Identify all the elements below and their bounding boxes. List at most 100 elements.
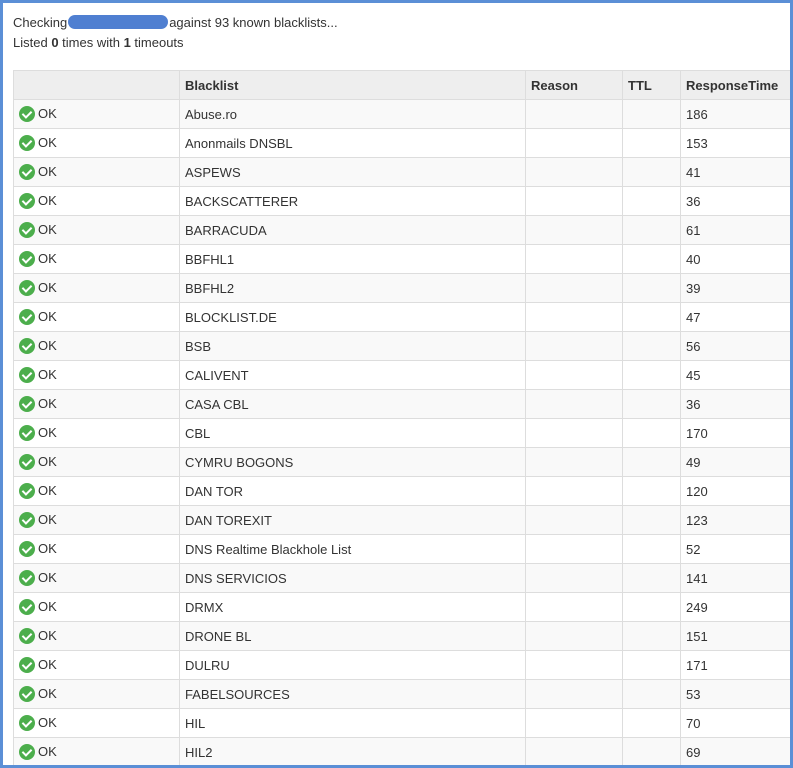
check-circle-icon: [19, 106, 35, 122]
reason-cell: [525, 476, 623, 506]
blacklist-table: Blacklist Reason TTL ResponseTime OK Abuse.…: [13, 70, 790, 765]
listed-line: Listed 0 times with 1 timeouts: [13, 33, 338, 53]
check-circle-icon: [19, 628, 35, 644]
blacklist-cell: DNS SERVICIOS: [179, 563, 526, 593]
table-row: OK ASPEWS 41: [13, 157, 790, 187]
status-text: OK: [38, 222, 57, 237]
response-time-cell: 40: [680, 244, 790, 274]
reason-cell: [525, 215, 623, 245]
ttl-cell: [622, 592, 681, 622]
check-circle-icon: [19, 367, 35, 383]
check-circle-icon: [19, 338, 35, 354]
blacklist-cell: DULRU: [179, 650, 526, 680]
check-circle-icon: [19, 396, 35, 412]
column-header-status[interactable]: [13, 70, 180, 100]
status-text: OK: [38, 106, 57, 121]
ttl-cell: [622, 505, 681, 535]
blacklist-cell: DAN TOREXIT: [179, 505, 526, 535]
status-cell: OK: [13, 128, 180, 158]
status-text: OK: [38, 309, 57, 324]
reason-cell: [525, 302, 623, 332]
check-circle-icon: [19, 483, 35, 499]
status-cell: OK: [13, 389, 180, 419]
column-header-response-time[interactable]: ResponseTime: [680, 70, 790, 100]
status-cell: OK: [13, 157, 180, 187]
column-header-blacklist[interactable]: Blacklist: [179, 70, 526, 100]
response-time-cell: 39: [680, 273, 790, 303]
check-circle-icon: [19, 599, 35, 615]
status-cell: OK: [13, 534, 180, 564]
check-circle-icon: [19, 512, 35, 528]
response-time-cell: 49: [680, 447, 790, 477]
reason-cell: [525, 157, 623, 187]
check-circle-icon: [19, 135, 35, 151]
blacklist-cell: DRONE BL: [179, 621, 526, 651]
reason-cell: [525, 679, 623, 709]
blacklist-cell: BARRACUDA: [179, 215, 526, 245]
blacklist-cell: BACKSCATTERER: [179, 186, 526, 216]
status-cell: OK: [13, 244, 180, 274]
status-cell: OK: [13, 99, 180, 129]
status-text: OK: [38, 338, 57, 353]
status-cell: OK: [13, 476, 180, 506]
check-circle-icon: [19, 570, 35, 586]
status-cell: OK: [13, 447, 180, 477]
table-row: OK CALIVENT 45: [13, 360, 790, 390]
check-circle-icon: [19, 193, 35, 209]
response-time-cell: 151: [680, 621, 790, 651]
status-text: OK: [38, 164, 57, 179]
reason-cell: [525, 331, 623, 361]
reason-cell: [525, 592, 623, 622]
status-text: OK: [38, 715, 57, 730]
blacklist-cell: BSB: [179, 331, 526, 361]
check-circle-icon: [19, 744, 35, 760]
column-header-ttl[interactable]: TTL: [622, 70, 681, 100]
status-cell: OK: [13, 302, 180, 332]
check-circle-icon: [19, 686, 35, 702]
response-time-cell: 56: [680, 331, 790, 361]
response-time-cell: 41: [680, 157, 790, 187]
ttl-cell: [622, 476, 681, 506]
table-row: OK BBFHL2 39: [13, 273, 790, 303]
table-row: OK BACKSCATTERER 36: [13, 186, 790, 216]
table-header: Blacklist Reason TTL ResponseTime: [13, 70, 790, 100]
table-row: OK FABELSOURCES 53: [13, 679, 790, 709]
response-time-cell: 141: [680, 563, 790, 593]
check-circle-icon: [19, 251, 35, 267]
ttl-cell: [622, 447, 681, 477]
blacklist-cell: CALIVENT: [179, 360, 526, 390]
blacklist-cell: HIL2: [179, 737, 526, 765]
status-cell: OK: [13, 186, 180, 216]
listed-prefix: Listed: [13, 35, 52, 50]
listed-count: 0: [51, 35, 59, 50]
check-circle-icon: [19, 541, 35, 557]
ttl-cell: [622, 244, 681, 274]
ttl-cell: [622, 331, 681, 361]
table-row: OK DNS SERVICIOS 141: [13, 563, 790, 593]
blacklist-cell: DAN TOR: [179, 476, 526, 506]
status-cell: OK: [13, 418, 180, 448]
response-time-cell: 53: [680, 679, 790, 709]
response-time-cell: 120: [680, 476, 790, 506]
status-text: OK: [38, 135, 57, 150]
status-text: OK: [38, 454, 57, 469]
ttl-cell: [622, 679, 681, 709]
status-text: OK: [38, 744, 57, 759]
reason-cell: [525, 360, 623, 390]
status-text: OK: [38, 541, 57, 556]
response-time-cell: 171: [680, 650, 790, 680]
summary: Checking against 93 known blacklists... L…: [13, 13, 338, 53]
timeouts-suffix: timeouts: [130, 35, 184, 50]
status-cell: OK: [13, 331, 180, 361]
reason-cell: [525, 273, 623, 303]
timeouts-count: 1: [123, 35, 131, 50]
status-text: OK: [38, 512, 57, 527]
response-time-cell: 61: [680, 215, 790, 245]
blacklist-cell: CASA CBL: [179, 389, 526, 419]
response-time-cell: 70: [680, 708, 790, 738]
blacklist-cell: ASPEWS: [179, 157, 526, 187]
status-cell: OK: [13, 737, 180, 765]
response-time-cell: 186: [680, 99, 790, 129]
check-circle-icon: [19, 425, 35, 441]
column-header-reason[interactable]: Reason: [525, 70, 623, 100]
